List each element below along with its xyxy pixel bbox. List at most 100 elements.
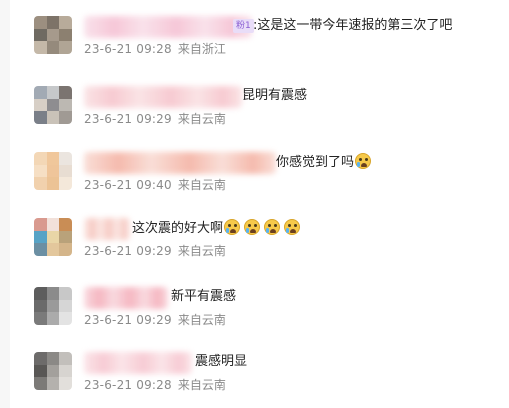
avatar-pixel — [34, 111, 47, 124]
avatar-pixel — [59, 41, 72, 54]
avatar-pixel — [46, 111, 60, 124]
comment-timestamp: 23-6-21 09:28 — [84, 378, 172, 392]
avatar-pixel — [46, 312, 60, 325]
avatar[interactable] — [34, 352, 72, 390]
comment-item: 震感明显 23-6-21 09:28 来自云南 — [34, 350, 504, 408]
comment-timestamp: 23-6-21 09:29 — [84, 244, 172, 258]
avatar-pixel — [59, 299, 72, 313]
username-blurred[interactable] — [84, 16, 252, 38]
avatar-pixel — [59, 352, 72, 365]
avatar-pixel — [59, 152, 72, 165]
avatar-pixel — [59, 364, 72, 378]
avatar-pixel — [46, 98, 60, 112]
username-blurred[interactable] — [84, 86, 242, 108]
comment-meta: 23-6-21 09:29 来自云南 — [84, 243, 226, 259]
avatar-pixel — [34, 230, 47, 244]
avatar-pixel — [46, 177, 60, 190]
avatar-pixel — [59, 230, 72, 244]
comment-text: :这是这一带今年速报的第三次了吧 — [253, 17, 452, 35]
crying-emoji-icon — [244, 219, 261, 235]
avatar-pixel — [59, 98, 72, 112]
comment-text-content: 新平有震感 — [171, 289, 237, 304]
avatar-pixel — [34, 377, 47, 390]
comment-timestamp: 23-6-21 09:28 — [84, 42, 172, 56]
avatar-pixel — [46, 230, 60, 244]
avatar-pixel — [46, 364, 60, 378]
avatar[interactable] — [34, 218, 72, 256]
comment-location: 来自浙江 — [177, 42, 226, 56]
avatar[interactable] — [34, 16, 72, 54]
comment-meta: 23-6-21 09:28 来自浙江 — [84, 41, 226, 57]
comment-meta: 23-6-21 09:40 来自云南 — [84, 177, 226, 193]
avatar-pixel — [34, 28, 47, 42]
username-blurred[interactable] — [84, 152, 276, 174]
comment-location: 来自云南 — [177, 112, 226, 126]
avatar-pixel — [46, 28, 60, 42]
comment-text: 你感觉到了吗 — [276, 153, 372, 172]
avatar-pixel — [46, 41, 60, 54]
avatar-pixel — [59, 16, 72, 29]
comment-location: 来自云南 — [177, 313, 226, 327]
comment-item: 粉1 :这是这一带今年速报的第三次了吧 23-6-21 09:28 来自浙江 — [34, 14, 504, 80]
avatar[interactable] — [34, 86, 72, 124]
comment-text: 新平有震感 — [171, 288, 236, 306]
avatar-pixel — [46, 16, 60, 29]
comment-text: 震感明显 — [195, 353, 247, 371]
avatar-pixel — [34, 364, 47, 378]
comment-item: 昆明有震感 23-6-21 09:29 来自云南 — [34, 84, 504, 150]
username-blurred[interactable] — [84, 287, 168, 309]
avatar-pixel — [46, 299, 60, 313]
comment-text-content: 你感觉到了吗 — [276, 155, 355, 170]
comment-location: 来自云南 — [177, 378, 226, 392]
avatar-pixel — [34, 177, 47, 190]
comment-location: 来自云南 — [177, 244, 226, 258]
comment-text-content: 这次震的好大啊 — [132, 221, 224, 236]
comment-item: 新平有震感 23-6-21 09:29 来自云南 — [34, 285, 504, 351]
avatar-pixel — [46, 164, 60, 178]
comment-meta: 23-6-21 09:29 来自云南 — [84, 312, 226, 328]
avatar-pixel — [34, 98, 47, 112]
left-edge-bar — [0, 0, 10, 408]
avatar-pixel — [59, 312, 72, 325]
avatar-pixel — [34, 152, 47, 165]
avatar-pixel — [34, 312, 47, 325]
avatar-pixel — [46, 218, 60, 231]
avatar-pixel — [34, 243, 47, 256]
avatar-pixel — [59, 243, 72, 256]
avatar-pixel — [59, 28, 72, 42]
fan-badge: 粉1 — [233, 19, 254, 33]
avatar-pixel — [34, 16, 47, 29]
avatar-pixel — [34, 218, 47, 231]
comment-text-content: 震感明显 — [195, 354, 248, 369]
avatar-pixel — [59, 218, 72, 231]
comment-text: 这次震的好大啊 — [132, 219, 301, 238]
avatar[interactable] — [34, 287, 72, 325]
avatar-pixel — [59, 164, 72, 178]
avatar-pixel — [34, 287, 47, 300]
avatar-pixel — [46, 86, 60, 99]
avatar-pixel — [59, 177, 72, 190]
avatar-pixel — [34, 299, 47, 313]
username-blurred[interactable] — [84, 352, 192, 374]
comment-meta: 23-6-21 09:29 来自云南 — [84, 111, 226, 127]
avatar-pixel — [59, 111, 72, 124]
crying-emoji-icon — [284, 219, 301, 235]
avatar-pixel — [46, 377, 60, 390]
avatar-pixel — [46, 287, 60, 300]
crying-emoji-icon — [355, 153, 372, 169]
avatar-pixel — [46, 243, 60, 256]
username-blurred[interactable] — [84, 218, 130, 240]
avatar[interactable] — [34, 152, 72, 190]
comment-item: 你感觉到了吗 23-6-21 09:40 来自云南 — [34, 150, 504, 216]
avatar-pixel — [59, 377, 72, 390]
comment-timestamp: 23-6-21 09:29 — [84, 112, 172, 126]
avatar-pixel — [34, 164, 47, 178]
avatar-pixel — [34, 86, 47, 99]
comment-location: 来自云南 — [177, 178, 226, 192]
comment-timestamp: 23-6-21 09:29 — [84, 313, 172, 327]
comment-text-content: 昆明有震感 — [242, 88, 308, 103]
avatar-pixel — [34, 352, 47, 365]
crying-emoji-icon — [264, 219, 281, 235]
avatar-pixel — [46, 152, 60, 165]
crying-emoji-icon — [224, 219, 241, 235]
